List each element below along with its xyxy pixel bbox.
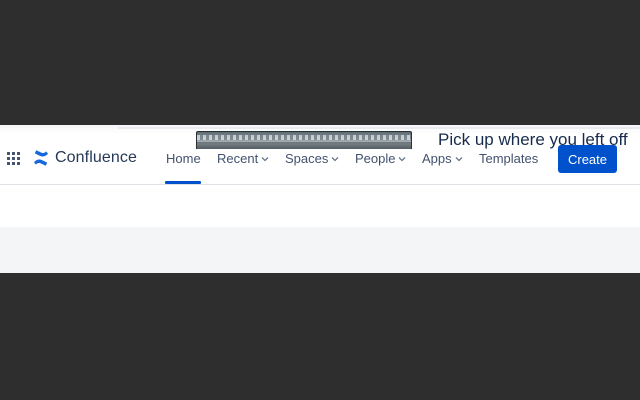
backdrop-top bbox=[0, 0, 640, 125]
section-heading: Pick up where you left off bbox=[438, 130, 628, 149]
nav-recent-label: Recent bbox=[217, 151, 259, 166]
grid-icon[interactable] bbox=[7, 152, 21, 166]
chevron-down-icon bbox=[399, 156, 406, 161]
app-name: Confluence bbox=[55, 149, 137, 166]
chevron-down-icon bbox=[261, 156, 269, 161]
confluence-logo[interactable]: Confluence bbox=[33, 149, 137, 167]
nav-people-label: People bbox=[355, 151, 396, 166]
chevron-down-icon bbox=[331, 156, 339, 161]
nav-home-label: Home bbox=[166, 151, 201, 166]
content-area bbox=[0, 227, 640, 273]
nav-apps-label: Apps bbox=[422, 151, 452, 166]
hero-image bbox=[196, 131, 412, 149]
nav-spaces-label: Spaces bbox=[285, 151, 329, 166]
backdrop-bottom bbox=[0, 273, 640, 400]
nav-templates-label: Templates bbox=[479, 151, 539, 166]
confluence-logo-icon bbox=[34, 150, 48, 166]
chevron-down-icon bbox=[455, 156, 463, 161]
active-tab-indicator bbox=[165, 181, 201, 184]
content-top bbox=[0, 185, 640, 227]
